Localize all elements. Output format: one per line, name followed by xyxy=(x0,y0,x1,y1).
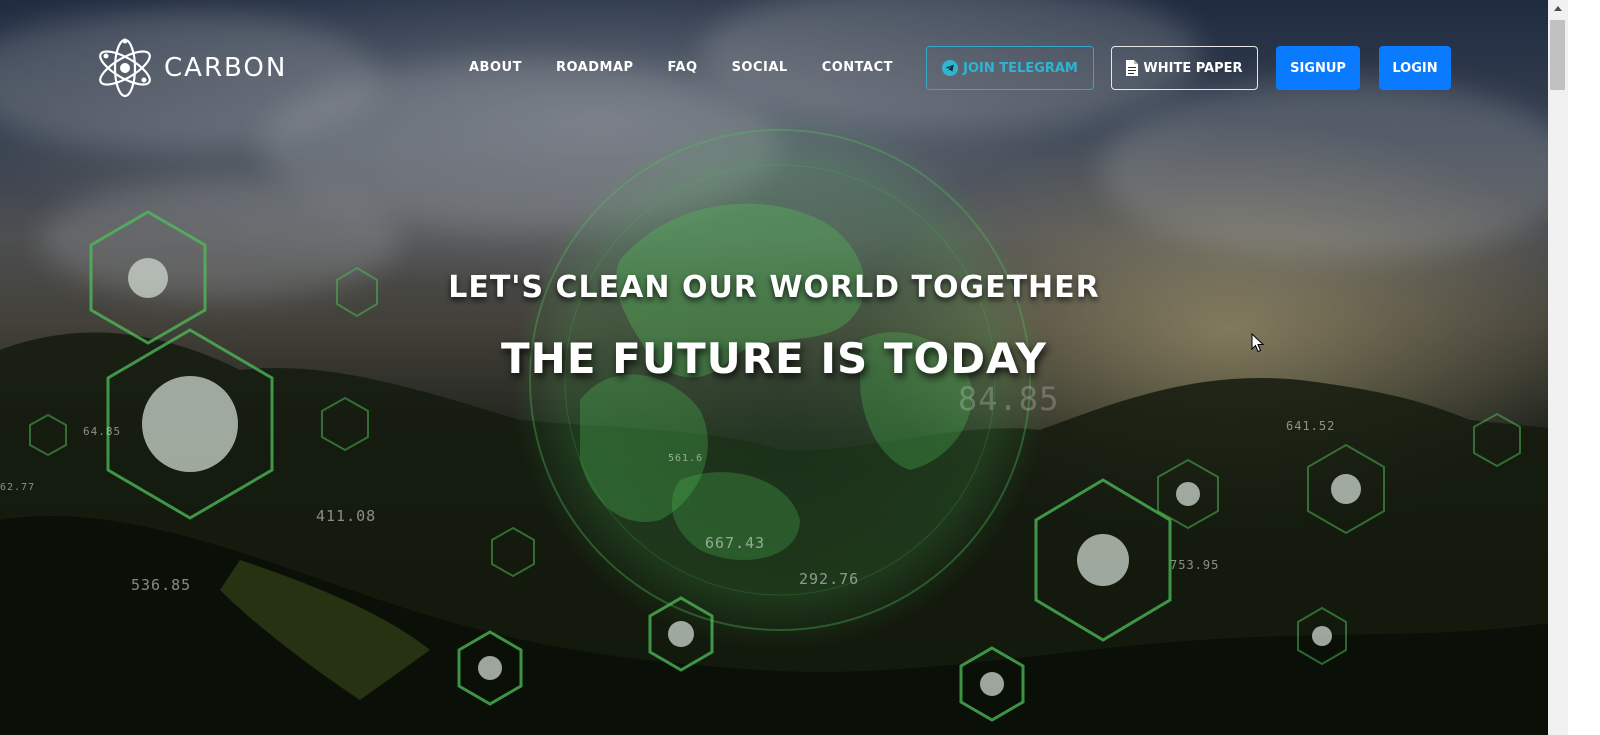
signup-button[interactable]: SIGNUP xyxy=(1276,46,1360,90)
nav-item-contact[interactable]: CONTACT xyxy=(822,60,893,75)
nav-item-social[interactable]: SOCIAL xyxy=(732,60,788,75)
white-paper-label: WHITE PAPER xyxy=(1143,60,1243,76)
join-telegram-button[interactable]: JOIN TELEGRAM xyxy=(926,46,1094,90)
scroll-up-arrow-icon[interactable] xyxy=(1548,0,1568,17)
nav-item-faq[interactable]: FAQ xyxy=(668,60,698,75)
brand-logo[interactable]: CARBON xyxy=(94,34,287,102)
white-paper-button[interactable]: WHITE PAPER xyxy=(1111,46,1258,90)
join-telegram-label: JOIN TELEGRAM xyxy=(963,60,1078,76)
decor-number: 667.43 xyxy=(705,534,766,552)
scrollbar-thumb[interactable] xyxy=(1550,20,1565,90)
document-icon xyxy=(1126,60,1139,76)
decor-number: 561.6 xyxy=(668,453,704,464)
login-button[interactable]: LOGIN xyxy=(1379,46,1451,90)
decor-number: 64.85 xyxy=(83,425,122,438)
mouse-cursor-icon xyxy=(1251,333,1265,353)
decor-number: 292.76 xyxy=(799,570,860,588)
nav-item-about[interactable]: ABOUT xyxy=(469,60,522,75)
window-edge xyxy=(1568,0,1600,735)
decor-number: 84.85 xyxy=(958,380,1060,418)
hero-headline: THE FUTURE IS TODAY xyxy=(501,334,1047,383)
decor-number: 62.77 xyxy=(0,482,36,493)
hero-tagline: LET'S CLEAN OUR WORLD TOGETHER xyxy=(448,270,1100,305)
decor-number: 753.95 xyxy=(1170,558,1220,572)
decor-number: 641.52 xyxy=(1286,419,1336,433)
main-nav: ABOUT ROADMAP FAQ SOCIAL CONTACT xyxy=(469,60,927,75)
atom-icon xyxy=(99,38,151,98)
telegram-icon xyxy=(942,60,959,76)
nav-item-roadmap[interactable]: ROADMAP xyxy=(556,60,634,75)
decor-number: 536.85 xyxy=(131,576,192,594)
decor-number: 411.08 xyxy=(316,507,377,525)
page-scrollbar[interactable] xyxy=(1548,0,1568,735)
brand-name: CARBON xyxy=(164,53,288,83)
